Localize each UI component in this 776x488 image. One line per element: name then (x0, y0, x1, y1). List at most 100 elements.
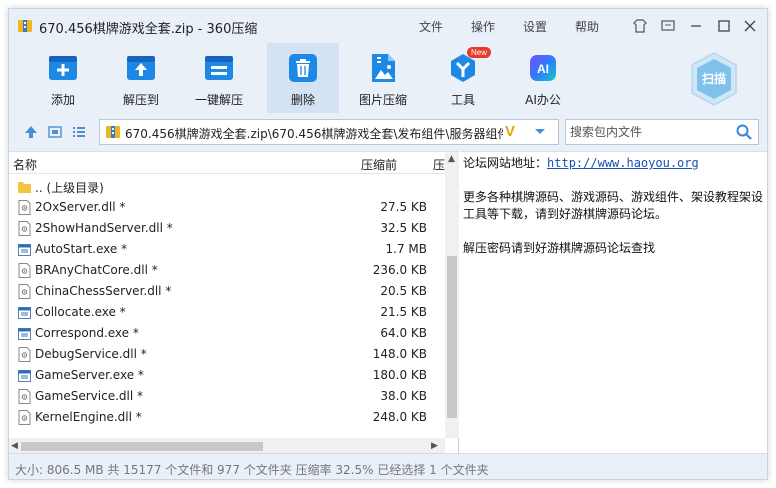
window-title: 670.456棋牌游戏全套.zip - 360压缩 (39, 22, 258, 37)
exe-file-icon (18, 244, 31, 256)
file-name: GameService.dll * (35, 389, 143, 403)
address-row: 670.456棋牌游戏全套.zip\670.456棋牌游戏全套\发布组件\服务器… (9, 113, 767, 151)
dll-file-icon (18, 347, 31, 362)
file-size: 20.5 KB (380, 284, 427, 298)
chevron-down-icon[interactable] (534, 128, 546, 136)
delete-label: 删除 (290, 93, 315, 107)
dll-file-icon (18, 284, 31, 299)
add-button[interactable]: 添加 (27, 43, 99, 113)
file-size: 21.5 KB (380, 305, 427, 319)
scan-label: 扫描 (702, 71, 726, 86)
horizontal-scroll-thumb[interactable] (21, 442, 263, 451)
file-name: AutoStart.exe * (35, 242, 128, 256)
status-bar: 大小: 806.5 MB 共 15177 个文件和 977 个文件夹 压缩率 3… (9, 453, 767, 479)
file-size: 248.0 KB (372, 410, 427, 424)
list-header: 名称 压缩前 压 (9, 152, 445, 174)
file-size: 38.0 KB (380, 389, 427, 403)
table-row[interactable]: Correspond.exe * 64.0 KB (9, 323, 445, 344)
file-size: 32.5 KB (380, 221, 427, 235)
column-packed-size[interactable]: 压 (433, 156, 445, 173)
table-row[interactable]: GameServer.exe * 180.0 KB (9, 365, 445, 386)
title-bar: 670.456棋牌游戏全套.zip - 360压缩 文件 操作 设置 帮助 (9, 9, 767, 43)
table-row[interactable]: Collocate.exe * 21.5 KB (9, 302, 445, 323)
maximize-icon[interactable] (715, 17, 733, 35)
toolbar: 添加 解压到 一键解压 删除 图片压缩 New 工具 AI AI办公 扫描 (9, 43, 767, 113)
search-box[interactable] (565, 119, 759, 145)
column-name[interactable]: 名称 (13, 156, 37, 173)
table-row[interactable]: ChinaChessServer.dll * 20.5 KB (9, 281, 445, 302)
delete-button[interactable]: 删除 (267, 43, 339, 113)
file-size: 180.0 KB (372, 368, 427, 382)
table-row[interactable]: GameService.dll * 38.0 KB (9, 386, 445, 407)
file-size: 27.5 KB (380, 200, 427, 214)
tools-button[interactable]: New 工具 (427, 43, 499, 113)
thumbnail-view-icon[interactable] (47, 124, 63, 140)
folder-icon (18, 182, 31, 193)
address-path: 670.456棋牌游戏全套.zip\670.456棋牌游戏全套\发布组件\服务器… (125, 127, 503, 141)
vertical-scrollbar[interactable]: ▲ (445, 152, 459, 438)
ai-office-icon: AI (530, 55, 556, 81)
column-original-size[interactable]: 压缩前 (361, 156, 397, 173)
extract-to-label: 解压到 (122, 93, 159, 107)
file-size: 236.0 KB (372, 263, 427, 277)
file-name: BRAnyChatCore.dll * (35, 263, 158, 277)
check-v-icon: V (505, 123, 516, 140)
comment-text-1: 更多各种棋牌源码、游戏源码、游戏组件、架设教程架设工具等下载，请到好游棋牌源码论… (463, 190, 764, 221)
forum-link[interactable]: http://www.haoyou.org (547, 156, 699, 170)
ai-office-label: AI办公 (525, 93, 561, 107)
one-click-extract-button[interactable]: 一键解压 (183, 43, 255, 113)
search-icon[interactable] (736, 124, 752, 140)
search-input[interactable] (570, 123, 730, 141)
file-name: Collocate.exe * (35, 305, 126, 319)
table-row[interactable]: BRAnyChatCore.dll * 236.0 KB (9, 260, 445, 281)
address-bar[interactable]: 670.456棋牌游戏全套.zip\670.456棋牌游戏全套\发布组件\服务器… (99, 119, 559, 145)
add-icon (49, 56, 77, 80)
forum-label: 论坛网站地址： (463, 156, 548, 170)
one-click-extract-icon (205, 56, 233, 80)
new-badge: New (467, 47, 492, 58)
list-view-icon[interactable] (71, 124, 87, 140)
up-arrow-icon[interactable] (23, 124, 39, 140)
vertical-scroll-thumb[interactable] (447, 256, 457, 418)
tools-label: 工具 (450, 93, 475, 107)
menu-file[interactable]: 文件 (419, 18, 443, 35)
table-row[interactable]: KernelEngine.dll * 248.0 KB (9, 407, 445, 428)
menu-settings[interactable]: 设置 (523, 18, 547, 35)
dll-file-icon (18, 389, 31, 404)
exe-file-icon (18, 328, 31, 340)
image-compress-label: 图片压缩 (358, 93, 407, 107)
table-row[interactable]: AutoStart.exe * 1.7 MB (9, 239, 445, 260)
file-name: 2ShowHandServer.dll * (35, 221, 173, 235)
horizontal-scrollbar[interactable]: ◀ ▶ (9, 438, 445, 454)
file-name: KernelEngine.dll * (35, 410, 142, 424)
add-label: 添加 (50, 93, 75, 107)
dll-file-icon (18, 263, 31, 278)
feedback-icon[interactable] (659, 17, 677, 35)
exe-file-icon (18, 307, 31, 319)
minimize-icon[interactable] (687, 17, 705, 35)
table-row[interactable]: .. (上级目录) (9, 176, 445, 197)
close-icon[interactable] (741, 17, 759, 35)
dll-file-icon (18, 410, 31, 425)
extract-to-button[interactable]: 解压到 (105, 43, 177, 113)
table-row[interactable]: DebugService.dll * 148.0 KB (9, 344, 445, 365)
file-list-pane: 名称 压缩前 压 .. (上级目录) 2OxServer.dll * 27.5 KB… (9, 151, 459, 454)
exe-file-icon (18, 370, 31, 382)
extract-to-icon (127, 56, 155, 80)
ai-office-button[interactable]: AI AI办公 (507, 43, 579, 113)
file-name: DebugService.dll * (35, 347, 147, 361)
table-row[interactable]: 2ShowHandServer.dll * 32.5 KB (9, 218, 445, 239)
app-window: 670.456棋牌游戏全套.zip - 360压缩 文件 操作 设置 帮助 添加… (8, 8, 768, 480)
table-row[interactable]: 2OxServer.dll * 27.5 KB (9, 197, 445, 218)
menu-help[interactable]: 帮助 (575, 18, 599, 35)
file-rows: .. (上级目录) 2OxServer.dll * 27.5 KB 2ShowHand… (9, 176, 445, 428)
archive-comment-pane: 论坛网站地址：http://www.haoyou.org 更多各种棋牌源码、游戏… (461, 151, 767, 453)
skin-icon[interactable] (631, 17, 649, 35)
zip-file-icon (106, 126, 120, 138)
scan-button[interactable]: 扫描 (689, 51, 739, 107)
one-click-extract-label: 一键解压 (194, 93, 243, 107)
dll-file-icon (18, 221, 31, 236)
image-compress-button[interactable]: 图片压缩 (347, 43, 419, 113)
menu-operation[interactable]: 操作 (471, 18, 495, 35)
file-size: 1.7 MB (385, 242, 427, 256)
